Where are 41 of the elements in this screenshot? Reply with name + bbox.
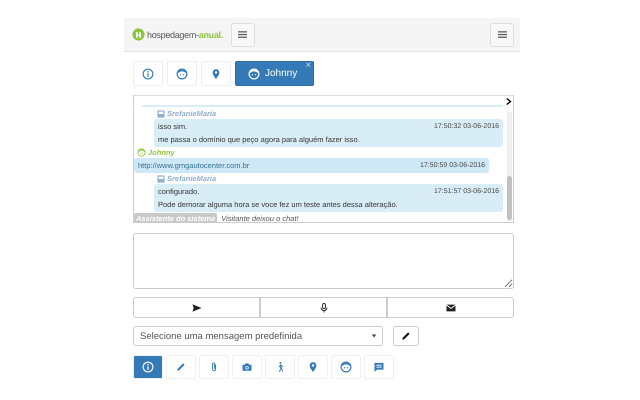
toolbar-button[interactable] xyxy=(364,355,394,379)
face-icon xyxy=(340,361,352,373)
pencil-icon xyxy=(400,330,412,342)
chat-tab[interactable] xyxy=(201,61,231,86)
logo-text: hospedagem-anual. xyxy=(147,30,223,40)
toolbar-button[interactable] xyxy=(331,355,361,379)
chevron-icon[interactable] xyxy=(506,97,512,106)
scrollbar[interactable] xyxy=(507,112,512,221)
message-input[interactable] xyxy=(133,233,514,289)
toolbar-button[interactable] xyxy=(265,355,295,379)
dropdown-caret-icon xyxy=(371,333,377,339)
edit-button[interactable] xyxy=(393,326,419,346)
menu-button[interactable] xyxy=(490,22,514,46)
face-icon xyxy=(137,148,146,157)
pencil-icon xyxy=(175,361,187,373)
info-icon xyxy=(142,68,154,80)
map-pin-icon xyxy=(307,361,319,373)
predefined-message-select[interactable]: Selecione uma mensagem predefinida xyxy=(133,326,383,346)
toolbar-button[interactable] xyxy=(298,355,328,379)
operator-icon xyxy=(157,110,165,118)
action-button[interactable] xyxy=(387,297,514,318)
chat-tab[interactable]: Johnny × xyxy=(235,61,314,86)
chat-bubble-icon xyxy=(373,361,385,373)
face-icon xyxy=(248,68,260,80)
chat-tab[interactable] xyxy=(133,61,163,86)
toolbar-button[interactable] xyxy=(133,355,163,379)
map-pin-icon xyxy=(210,68,222,80)
microphone-icon xyxy=(318,302,330,314)
chat-tab[interactable] xyxy=(167,61,197,86)
envelope-icon xyxy=(444,302,456,314)
menu-button[interactable] xyxy=(230,22,255,46)
camera-icon xyxy=(241,361,253,373)
info-icon xyxy=(142,361,154,373)
toolbar-button[interactable] xyxy=(199,355,229,379)
toolbar-button[interactable] xyxy=(166,355,196,379)
face-icon xyxy=(176,68,188,80)
send-icon xyxy=(190,302,202,314)
close-icon[interactable]: × xyxy=(305,60,312,71)
logo-icon xyxy=(132,28,145,41)
operator-icon xyxy=(157,174,165,182)
toolbar-button[interactable] xyxy=(232,355,262,379)
